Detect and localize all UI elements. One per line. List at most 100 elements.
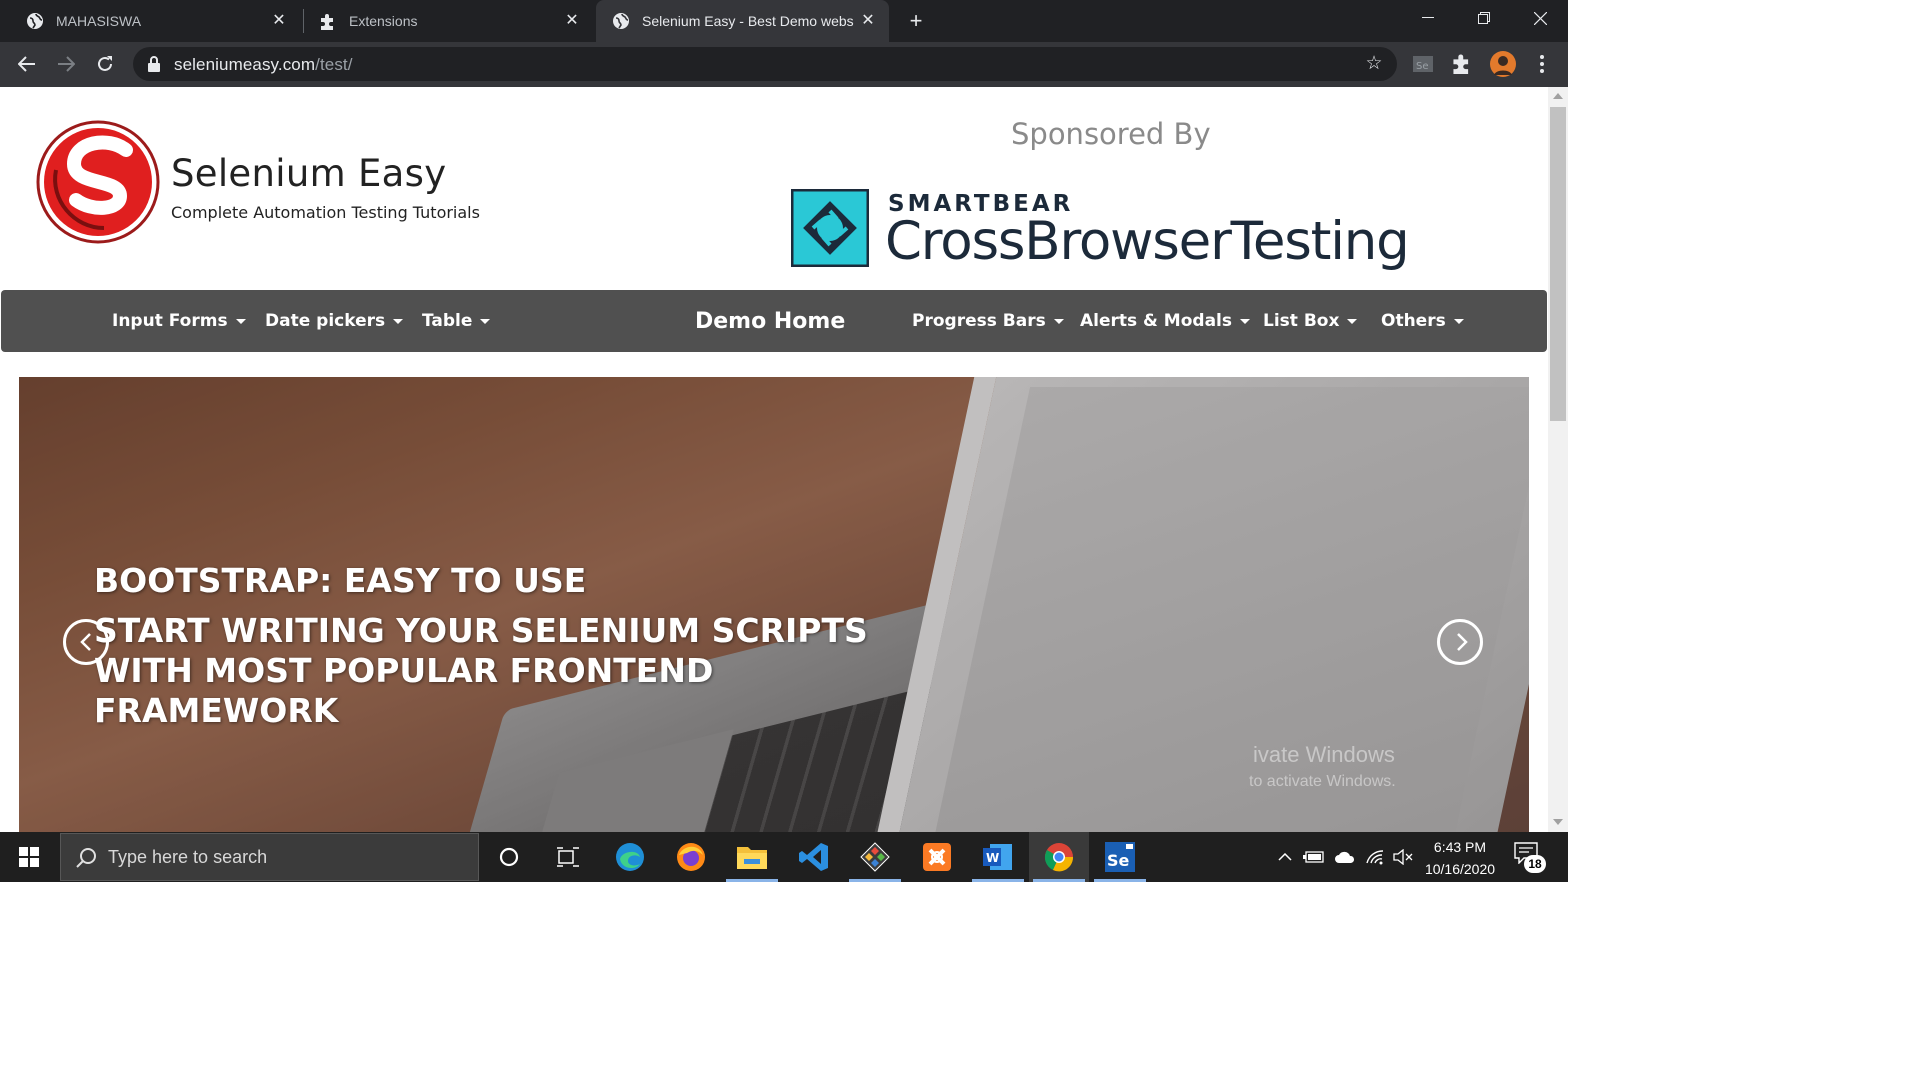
- tab-title: Selenium Easy - Best Demo webs: [642, 13, 854, 29]
- bookmark-star-icon[interactable]: ☆: [1363, 53, 1385, 75]
- caret-down-icon: [1453, 318, 1464, 324]
- forward-button[interactable]: [52, 50, 80, 78]
- restore-button[interactable]: [1456, 0, 1512, 36]
- tab-mahasiswa[interactable]: MAHASISWA ✕: [0, 0, 300, 42]
- minimize-button[interactable]: [1400, 0, 1456, 36]
- nav-alerts-modals[interactable]: Alerts & Modals: [1080, 290, 1250, 352]
- task-view-button[interactable]: [538, 832, 598, 882]
- edge-browser-icon: [616, 843, 644, 871]
- activate-windows-watermark: ivate Windows: [1253, 742, 1395, 767]
- git-app-icon: [860, 842, 890, 872]
- nav-others[interactable]: Others: [1381, 290, 1464, 352]
- globe-icon: [612, 12, 630, 30]
- carousel-text: START WRITING YOUR SELENIUM SCRIPTS WITH…: [94, 611, 868, 730]
- wifi-icon[interactable]: [1363, 832, 1387, 882]
- web-page: Selenium Easy Complete Automation Testin…: [0, 87, 1548, 832]
- battery-icon[interactable]: [1302, 832, 1326, 882]
- clock-time: 6:43 PM: [1433, 839, 1487, 855]
- search-placeholder: Type here to search: [108, 847, 268, 867]
- chevron-right-icon: [1457, 633, 1468, 651]
- selenium-easy-logo[interactable]: [36, 120, 160, 244]
- close-window-button[interactable]: [1512, 0, 1568, 36]
- address-bar[interactable]: seleniumeasy.com/test/ ☆: [133, 47, 1397, 81]
- nav-input-forms[interactable]: Input Forms: [112, 290, 246, 352]
- cortana-button[interactable]: [479, 832, 539, 882]
- browser-menu-icon[interactable]: [1530, 52, 1554, 76]
- new-tab-button[interactable]: +: [904, 9, 928, 33]
- sponsor-product[interactable]: CrossBrowserTesting: [885, 211, 1410, 272]
- scroll-up-arrow-icon[interactable]: [1553, 93, 1563, 99]
- system-clock[interactable]: 6:43 PM 10/16/2020: [1414, 836, 1506, 880]
- taskbar-xampp[interactable]: [907, 832, 967, 882]
- close-icon[interactable]: ✕: [859, 12, 877, 30]
- carousel-heading: BOOTSTRAP: EASY TO USE: [94, 561, 587, 600]
- running-indicator: [1033, 879, 1085, 882]
- back-button[interactable]: [13, 50, 41, 78]
- tab-title: MAHASISWA: [56, 13, 142, 29]
- running-indicator: [972, 879, 1024, 882]
- caret-down-icon: [1240, 318, 1250, 324]
- clock-date: 10/16/2020: [1424, 861, 1496, 877]
- running-indicator: [1094, 879, 1146, 882]
- taskbar-word[interactable]: W: [968, 832, 1028, 882]
- xampp-icon: [923, 843, 951, 871]
- search-icon: [76, 848, 96, 868]
- caret-down-icon: [1347, 318, 1358, 324]
- crossbrowsertesting-logo-icon[interactable]: [791, 189, 869, 267]
- taskbar-firefox[interactable]: [661, 832, 721, 882]
- page-scrollbar[interactable]: [1548, 87, 1568, 832]
- lock-icon: [148, 56, 160, 72]
- url-text: seleniumeasy.com/test/: [174, 55, 353, 74]
- tray-overflow-chevron-icon[interactable]: [1274, 832, 1296, 882]
- reload-button[interactable]: [91, 50, 119, 78]
- tab-selenium-easy[interactable]: Selenium Easy - Best Demo webs ✕: [596, 0, 889, 42]
- svg-text:Se: Se: [1107, 851, 1130, 870]
- chrome-icon: [1044, 843, 1074, 872]
- taskbar-search-box[interactable]: Type here to search: [60, 833, 479, 881]
- sponsored-label: Sponsored By: [1011, 117, 1211, 151]
- vscode-icon: [799, 843, 828, 871]
- tab-extensions[interactable]: Extensions ✕: [293, 0, 593, 42]
- carousel-prev-button[interactable]: [63, 619, 109, 665]
- close-icon[interactable]: ✕: [270, 12, 288, 30]
- nav-table[interactable]: Table: [422, 290, 491, 352]
- taskbar-git-app[interactable]: [845, 832, 905, 882]
- browser-toolbar: seleniumeasy.com/test/ ☆ Se: [0, 42, 1568, 87]
- carousel-next-button[interactable]: [1437, 619, 1483, 665]
- main-navigation: Input Forms Date pickers Table Demo Home…: [1, 290, 1547, 352]
- svg-text:W: W: [986, 851, 999, 865]
- scrollbar-thumb[interactable]: [1550, 107, 1566, 421]
- profile-avatar[interactable]: [1489, 50, 1517, 78]
- browser-tab-strip: MAHASISWA ✕ Extensions ✕ Selenium Easy -…: [0, 0, 1568, 42]
- action-center-button[interactable]: 18: [1514, 842, 1546, 873]
- notification-count-badge: 18: [1524, 855, 1546, 873]
- taskbar-selenium-ide[interactable]: Se: [1090, 832, 1150, 882]
- nav-demo-home[interactable]: Demo Home: [695, 290, 845, 352]
- start-button[interactable]: [0, 832, 58, 882]
- svg-text:Se: Se: [1416, 61, 1429, 72]
- extensions-puzzle-icon[interactable]: [1451, 52, 1475, 76]
- volume-muted-icon[interactable]: [1391, 832, 1415, 882]
- cortana-icon: [499, 847, 519, 867]
- nav-date-pickers[interactable]: Date pickers: [265, 290, 404, 352]
- scroll-down-arrow-icon[interactable]: [1553, 819, 1563, 825]
- selenium-ide-extension-icon[interactable]: Se: [1411, 52, 1435, 76]
- taskbar-file-explorer[interactable]: [722, 832, 782, 882]
- brand-title[interactable]: Selenium Easy: [171, 152, 446, 195]
- nav-list-box[interactable]: List Box: [1263, 290, 1358, 352]
- nav-progress-bars[interactable]: Progress Bars: [912, 290, 1064, 352]
- caret-down-icon: [480, 318, 491, 324]
- taskbar-chrome[interactable]: [1029, 832, 1089, 882]
- close-icon[interactable]: ✕: [563, 12, 581, 30]
- running-indicator: [849, 879, 901, 882]
- task-view-icon: [557, 847, 579, 867]
- globe-icon: [26, 12, 44, 30]
- firefox-icon: [677, 843, 705, 871]
- taskbar-edge[interactable]: [600, 832, 660, 882]
- caret-down-icon: [235, 318, 246, 324]
- running-indicator: [726, 879, 778, 882]
- tab-title: Extensions: [349, 13, 418, 29]
- folder-icon: [737, 847, 767, 869]
- taskbar-vscode[interactable]: [784, 832, 844, 882]
- onedrive-cloud-icon[interactable]: [1332, 832, 1358, 882]
